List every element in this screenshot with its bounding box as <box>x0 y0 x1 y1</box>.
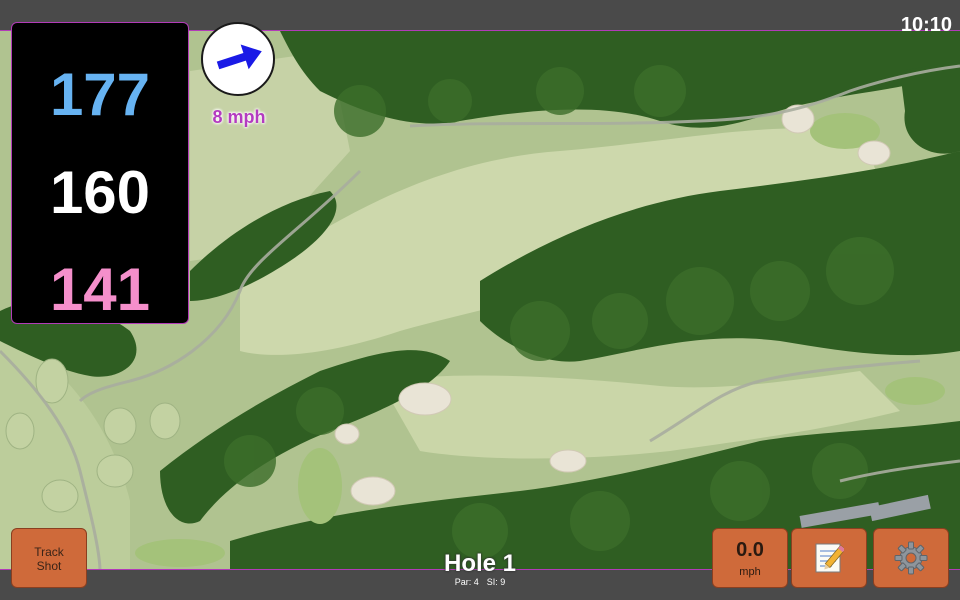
track-shot-button[interactable]: Track Shot <box>11 528 87 588</box>
back-distance: 177 <box>49 61 151 128</box>
track-shot-label: Track Shot <box>34 545 64 573</box>
wind-direction-dial <box>201 22 275 96</box>
speed-unit: mph <box>739 566 761 578</box>
front-distance: 141 <box>49 256 151 323</box>
center-distance: 160 <box>49 159 151 226</box>
speed-value: 0.0 <box>736 539 764 561</box>
par-label: Par: 4 <box>454 577 479 587</box>
gear-icon <box>894 541 928 575</box>
speed-button[interactable]: 0.0 mph <box>712 528 788 588</box>
stroke-index-label: SI: 9 <box>486 577 506 587</box>
notes-button[interactable] <box>791 528 867 588</box>
distance-panel: 177 160 141 <box>11 22 189 324</box>
hole-title: Hole 1 <box>443 550 517 577</box>
clock: 10:10 <box>900 14 952 36</box>
settings-button[interactable] <box>873 528 949 588</box>
hole-details: Par: 4 SI: 9 <box>380 577 580 588</box>
golf-gps-screen: 10:10 177 160 141 8 mph Track Shot Hole … <box>0 0 960 600</box>
wind-speed: 8 mph <box>212 107 266 127</box>
notepad-icon <box>815 543 844 573</box>
arrow-icon <box>216 44 262 70</box>
